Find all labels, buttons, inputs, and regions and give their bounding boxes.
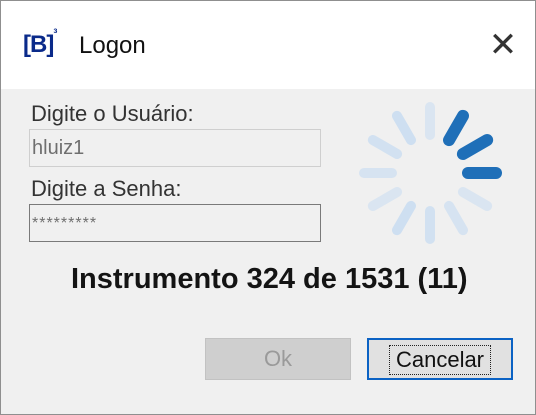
spinner-spoke: [457, 187, 493, 211]
spinner-spoke: [443, 109, 469, 147]
spinner-spoke: [392, 200, 416, 236]
password-field[interactable]: [29, 204, 321, 242]
title-bar: [B]³ Logon ✕: [1, 1, 535, 89]
progress-status: Instrumento 324 de 1531 (11): [71, 263, 468, 295]
ok-button[interactable]: Ok: [205, 338, 351, 380]
close-icon[interactable]: ✕: [481, 23, 525, 67]
logon-dialog: [B]³ Logon ✕ Digite o Usuário: Digite a …: [0, 0, 536, 415]
spinner-spoke: [367, 135, 403, 159]
spinner-spoke: [444, 200, 468, 236]
user-label: Digite o Usuário:: [31, 101, 194, 126]
cancel-label: Cancelar: [388, 345, 492, 375]
password-label: Digite a Senha:: [31, 176, 182, 201]
loading-spinner-icon: [359, 102, 502, 244]
spinner-spoke: [392, 110, 416, 146]
spinner-spoke: [456, 134, 494, 160]
cancel-button[interactable]: Cancelar: [367, 338, 513, 380]
b3-logo: [B]³: [23, 26, 57, 58]
user-field[interactable]: [29, 129, 321, 167]
spinner-spoke: [367, 187, 403, 211]
window-title: Logon: [79, 32, 146, 59]
